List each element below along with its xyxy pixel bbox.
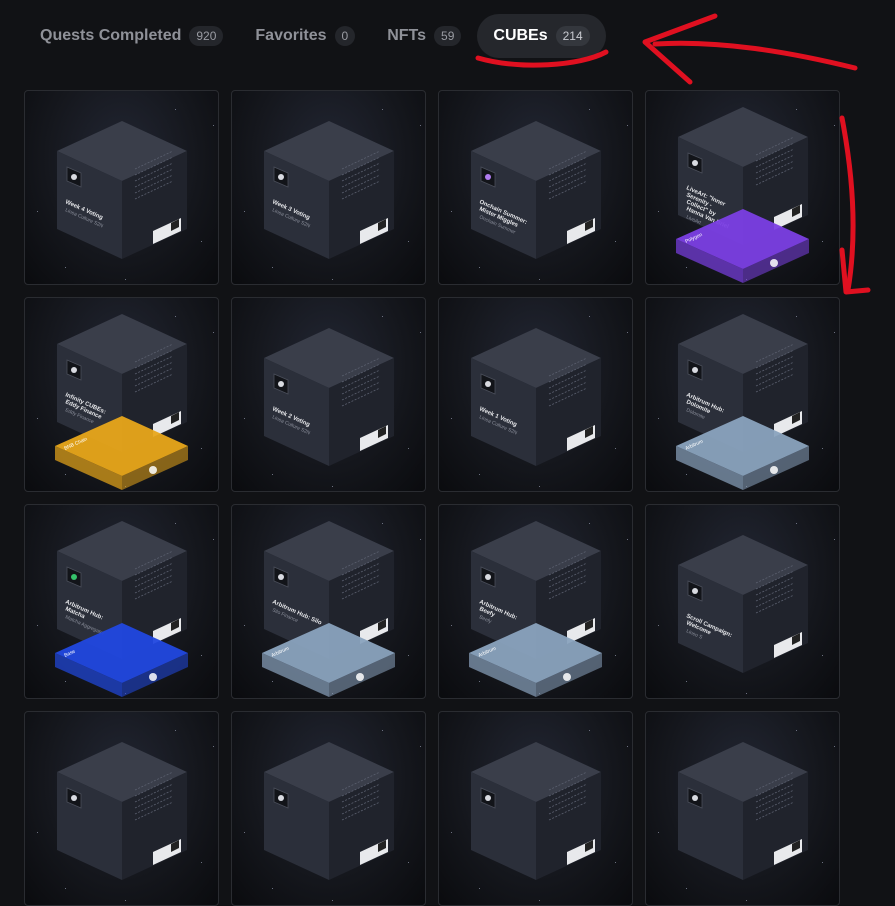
cube-card[interactable]: Week 1 Voting Linea Culture S2N	[438, 297, 633, 492]
cube-illustration: Week 4 VotingLinea Culture S2N	[57, 121, 187, 259]
cube-illustration	[471, 742, 601, 880]
cube-body: Week 1 VotingLinea Culture S2N	[471, 328, 601, 466]
cube-card[interactable]: LiveArt: "Inner Serenity - Collect" by Hann…	[645, 90, 840, 285]
cube-illustration: Week 3 VotingLinea Culture S2N	[264, 121, 394, 259]
cube-illustration: Infinity CUBEs:Eddy FinanceEddy FinanceB…	[55, 314, 188, 490]
cube-card[interactable]: Arbitrum Hub: Dolomite Dolomite Arbitrum	[645, 297, 840, 492]
cube-illustration	[264, 742, 394, 880]
chain-dot-icon	[149, 673, 157, 681]
cube-body: Scroll Campaign:WelcomeLineo S	[678, 535, 808, 673]
cube-illustration	[57, 742, 187, 880]
cube-card[interactable]: Scroll Campaign: Welcome Lineo S	[645, 504, 840, 699]
cube-illustration: Arbitrum Hub:DolomiteDolomiteArbitrum	[676, 314, 809, 490]
cube-card[interactable]: Week 2 Voting Linea Culture S2N	[231, 297, 426, 492]
tab-count-badge: 920	[189, 26, 224, 46]
cube-illustration: Scroll Campaign:WelcomeLineo S	[678, 535, 808, 673]
cube-card[interactable]: Week 4 Voting Linea Culture S2N	[24, 90, 219, 285]
cube-card[interactable]: Week 3 Voting Linea Culture S2N	[231, 90, 426, 285]
cube-card[interactable]: Infinity CUBEs: Eddy Finance Eddy Finance B…	[24, 297, 219, 492]
cube-card[interactable]: Arbitrum Hub: Matcha Matcha Aggregator Base	[24, 504, 219, 699]
chain-dot-icon	[770, 259, 778, 267]
cube-body: Week 3 VotingLinea Culture S2N	[264, 121, 394, 259]
tab-favorites[interactable]: Favorites 0	[239, 14, 371, 58]
cube-illustration: Week 2 VotingLinea Culture S2N	[264, 328, 394, 466]
tab-count-badge: 214	[555, 26, 590, 46]
cube-card[interactable]	[645, 711, 840, 906]
chain-dot-icon	[770, 466, 778, 474]
chain-dot-icon	[149, 466, 157, 474]
cube-illustration: Arbitrum Hub:BeefyBeefyArbitrum	[469, 521, 602, 697]
cube-card[interactable]	[231, 711, 426, 906]
cube-illustration: Week 1 VotingLinea Culture S2N	[471, 328, 601, 466]
cube-card[interactable]	[438, 711, 633, 906]
tab-count-badge: 59	[434, 26, 462, 46]
tab-cubes[interactable]: CUBEs 214	[477, 14, 606, 58]
cube-body: Week 4 VotingLinea Culture S2N	[57, 121, 187, 259]
tab-count-badge: 0	[334, 26, 356, 46]
cube-card[interactable]	[24, 711, 219, 906]
cube-body	[57, 742, 187, 880]
cube-body	[264, 742, 394, 880]
cube-illustration: LiveArt: "InnerSerenity -Collect" byHann…	[676, 107, 809, 283]
profile-tabs: Quests Completed 920 Favorites 0 NFTs 59 CUBEs…	[24, 14, 606, 58]
cube-body	[678, 742, 808, 880]
arrow-head	[642, 13, 718, 85]
tab-nfts[interactable]: NFTs 59	[371, 14, 477, 58]
cube-body	[471, 742, 601, 880]
cube-card[interactable]: Arbitrum Hub: Silo Silo Finance Arbitrum	[231, 504, 426, 699]
cube-illustration: Arbitrum Hub:MatchaMatcha AggregatorBase	[55, 521, 188, 697]
cube-card[interactable]: Arbitrum Hub: Beefy Beefy Arbitrum	[438, 504, 633, 699]
tab-label: NFTs	[387, 27, 427, 44]
down-arrow-head	[839, 247, 871, 295]
tab-quests-completed[interactable]: Quests Completed 920	[24, 14, 239, 58]
down-arrow-shaft	[839, 115, 856, 293]
cube-body: Week 2 VotingLinea Culture S2N	[264, 328, 394, 466]
tab-label: Quests Completed	[40, 27, 182, 44]
arrow-shaft	[652, 40, 858, 71]
chain-dot-icon	[563, 673, 571, 681]
tab-label: CUBEs	[493, 27, 548, 44]
cube-illustration: Arbitrum Hub: SiloSilo FinanceArbitrum	[262, 521, 395, 697]
cube-illustration	[678, 742, 808, 880]
cube-body: Onchain Summer:Mister MigglesOnchain Sum…	[471, 121, 601, 259]
tab-label: Favorites	[255, 27, 327, 44]
cube-illustration: Onchain Summer:Mister MigglesOnchain Sum…	[471, 121, 601, 259]
chain-dot-icon	[356, 673, 364, 681]
cubes-grid: Week 4 Voting Linea Culture S2N Week 3 Vot…	[24, 90, 840, 906]
cube-card[interactable]: Onchain Summer: Mister Miggles Onchain Sum…	[438, 90, 633, 285]
